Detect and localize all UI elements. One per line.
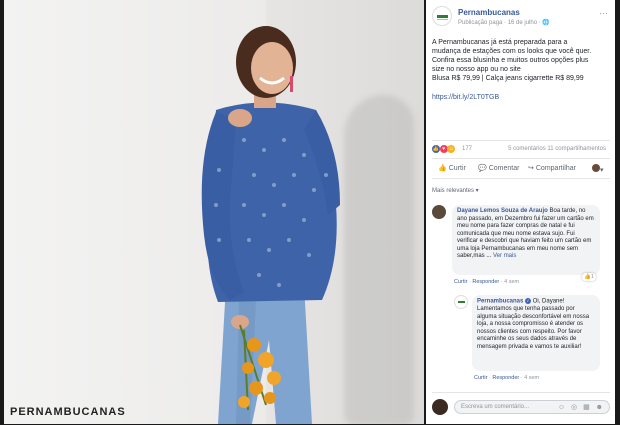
reaction-count: 177 (462, 146, 473, 152)
verified-badge-icon: ✓ (525, 298, 532, 304)
photo-brand-watermark: PERNAMBUCANAS (10, 406, 126, 418)
post-viewer: PERNAMBUCANAS Pernambucanas Publicação p… (0, 0, 620, 425)
comment-bubble: Dayane Lemos Souza de Araujo Boa tarde, … (452, 205, 600, 275)
comment-input[interactable]: Escreva um comentário... ☺ ◎ ▦ ☻ (454, 400, 610, 414)
comment-author[interactable]: Dayane Lemos Souza de Araujo (457, 208, 548, 214)
comment-reaction-count[interactable]: 👍1 (582, 273, 596, 281)
page-name-link[interactable]: Pernambucanas (458, 8, 520, 17)
share-label: Compartilhar (535, 165, 576, 172)
divider (432, 178, 610, 179)
post-options-icon[interactable]: ··· (599, 8, 608, 18)
post-side-panel: Pernambucanas Publicação paga · 16 de ju… (426, 0, 615, 424)
comment-label: Comentar (488, 165, 520, 172)
comment-composer: Escreva um comentário... ☺ ◎ ▦ ☻ (432, 399, 612, 417)
share-icon: ↪ (528, 165, 534, 172)
share-button[interactable]: ↪ Compartilhar (528, 164, 576, 172)
thumbs-up-icon: 👍 (438, 165, 447, 172)
reply-actions: Curtir · Responder · 4 sem (474, 375, 540, 381)
reply-reply-link[interactable]: Responder (492, 375, 519, 381)
divider (432, 140, 610, 141)
reply-greeting: Oi, Dayane! (532, 298, 565, 305)
window-edge (615, 0, 620, 425)
reaction-summary[interactable]: 👍 ♥ ☺ 177 5 comentários 11 compartilhame… (432, 145, 612, 155)
comment-item: Dayane Lemos Souza de Araujo Boa tarde, … (432, 205, 612, 290)
reply-text: Lamentamos que tenha passado por alguma … (477, 306, 590, 350)
comment-reaction-number: 1 (590, 274, 594, 280)
post-meta: Publicação paga · 16 de julho · 🌐 (458, 20, 550, 26)
commenter-avatar[interactable] (432, 205, 446, 219)
reaction-picker-icon[interactable]: ▾ (592, 164, 604, 174)
comment-actions: Curtir · Responder · 4 sem (454, 279, 520, 285)
comment-icon: 💬 (478, 165, 487, 172)
see-more-link[interactable]: Ver mais (493, 253, 516, 259)
post-photo[interactable]: PERNAMBUCANAS (4, 0, 424, 424)
composer-icons[interactable]: ☺ ◎ ▦ ☻ (558, 403, 605, 411)
comment-text: Boa tarde, no ano passado, em Dezembro f… (457, 208, 594, 259)
post-actions: 👍 Curtir 💬 Comentar ↪ Compartilhar ▾ (432, 162, 612, 176)
comment-button[interactable]: 💬 Comentar (478, 164, 519, 172)
comment-like-link[interactable]: Curtir (454, 279, 467, 285)
like-label: Curtir (448, 165, 466, 172)
like-button[interactable]: 👍 Curtir (438, 164, 466, 172)
haha-reaction-icon: ☺ (447, 145, 456, 153)
reply-item: Pernambucanas ✓ Oi, Dayane! Lamentamos q… (454, 295, 612, 387)
reply-like-link[interactable]: Curtir (474, 375, 487, 381)
divider (432, 392, 610, 393)
model-figure (201, 26, 340, 424)
logo-accent (437, 19, 448, 20)
logo-bar (437, 15, 448, 18)
comment-share-stats[interactable]: 5 comentários 11 compartilhamentos (508, 146, 606, 152)
reply-author[interactable]: Pernambucanas (477, 299, 523, 305)
caption-line: Confira essa blusinha e muitos outros op… (432, 57, 589, 64)
caption-line: mudança de estações com os looks que voc… (432, 48, 592, 55)
caption-line: Blusa R$ 79,99 | Calça jeans cigarrette … (432, 75, 584, 82)
comment-sort-dropdown[interactable]: Mais relevantes ▾ (432, 187, 479, 194)
comment-age: 4 sem (504, 279, 520, 285)
reply-bubble: Pernambucanas ✓ Oi, Dayane! Lamentamos q… (472, 295, 600, 371)
like-reaction-icon: 👍 (584, 274, 591, 280)
current-user-avatar (432, 399, 448, 415)
caption-line: size no nosso app ou no site (432, 66, 521, 73)
comment-input-placeholder: Escreva um comentário... (461, 404, 530, 410)
page-avatar[interactable] (432, 6, 452, 26)
page-reply-avatar[interactable] (454, 295, 468, 309)
post-link[interactable]: https://bit.ly/2LT0TGB (432, 94, 499, 101)
divider (432, 158, 610, 159)
reply-age: 4 sem (524, 375, 540, 381)
post-header: Pernambucanas Publicação paga · 16 de ju… (432, 6, 612, 28)
caption-line: A Pernambucanas já está preparada para a (432, 39, 568, 46)
post-caption: A Pernambucanas já está preparada para a… (432, 38, 610, 83)
comment-reply-link[interactable]: Responder (472, 279, 499, 285)
like-reaction-icon: 👍 (432, 145, 440, 153)
